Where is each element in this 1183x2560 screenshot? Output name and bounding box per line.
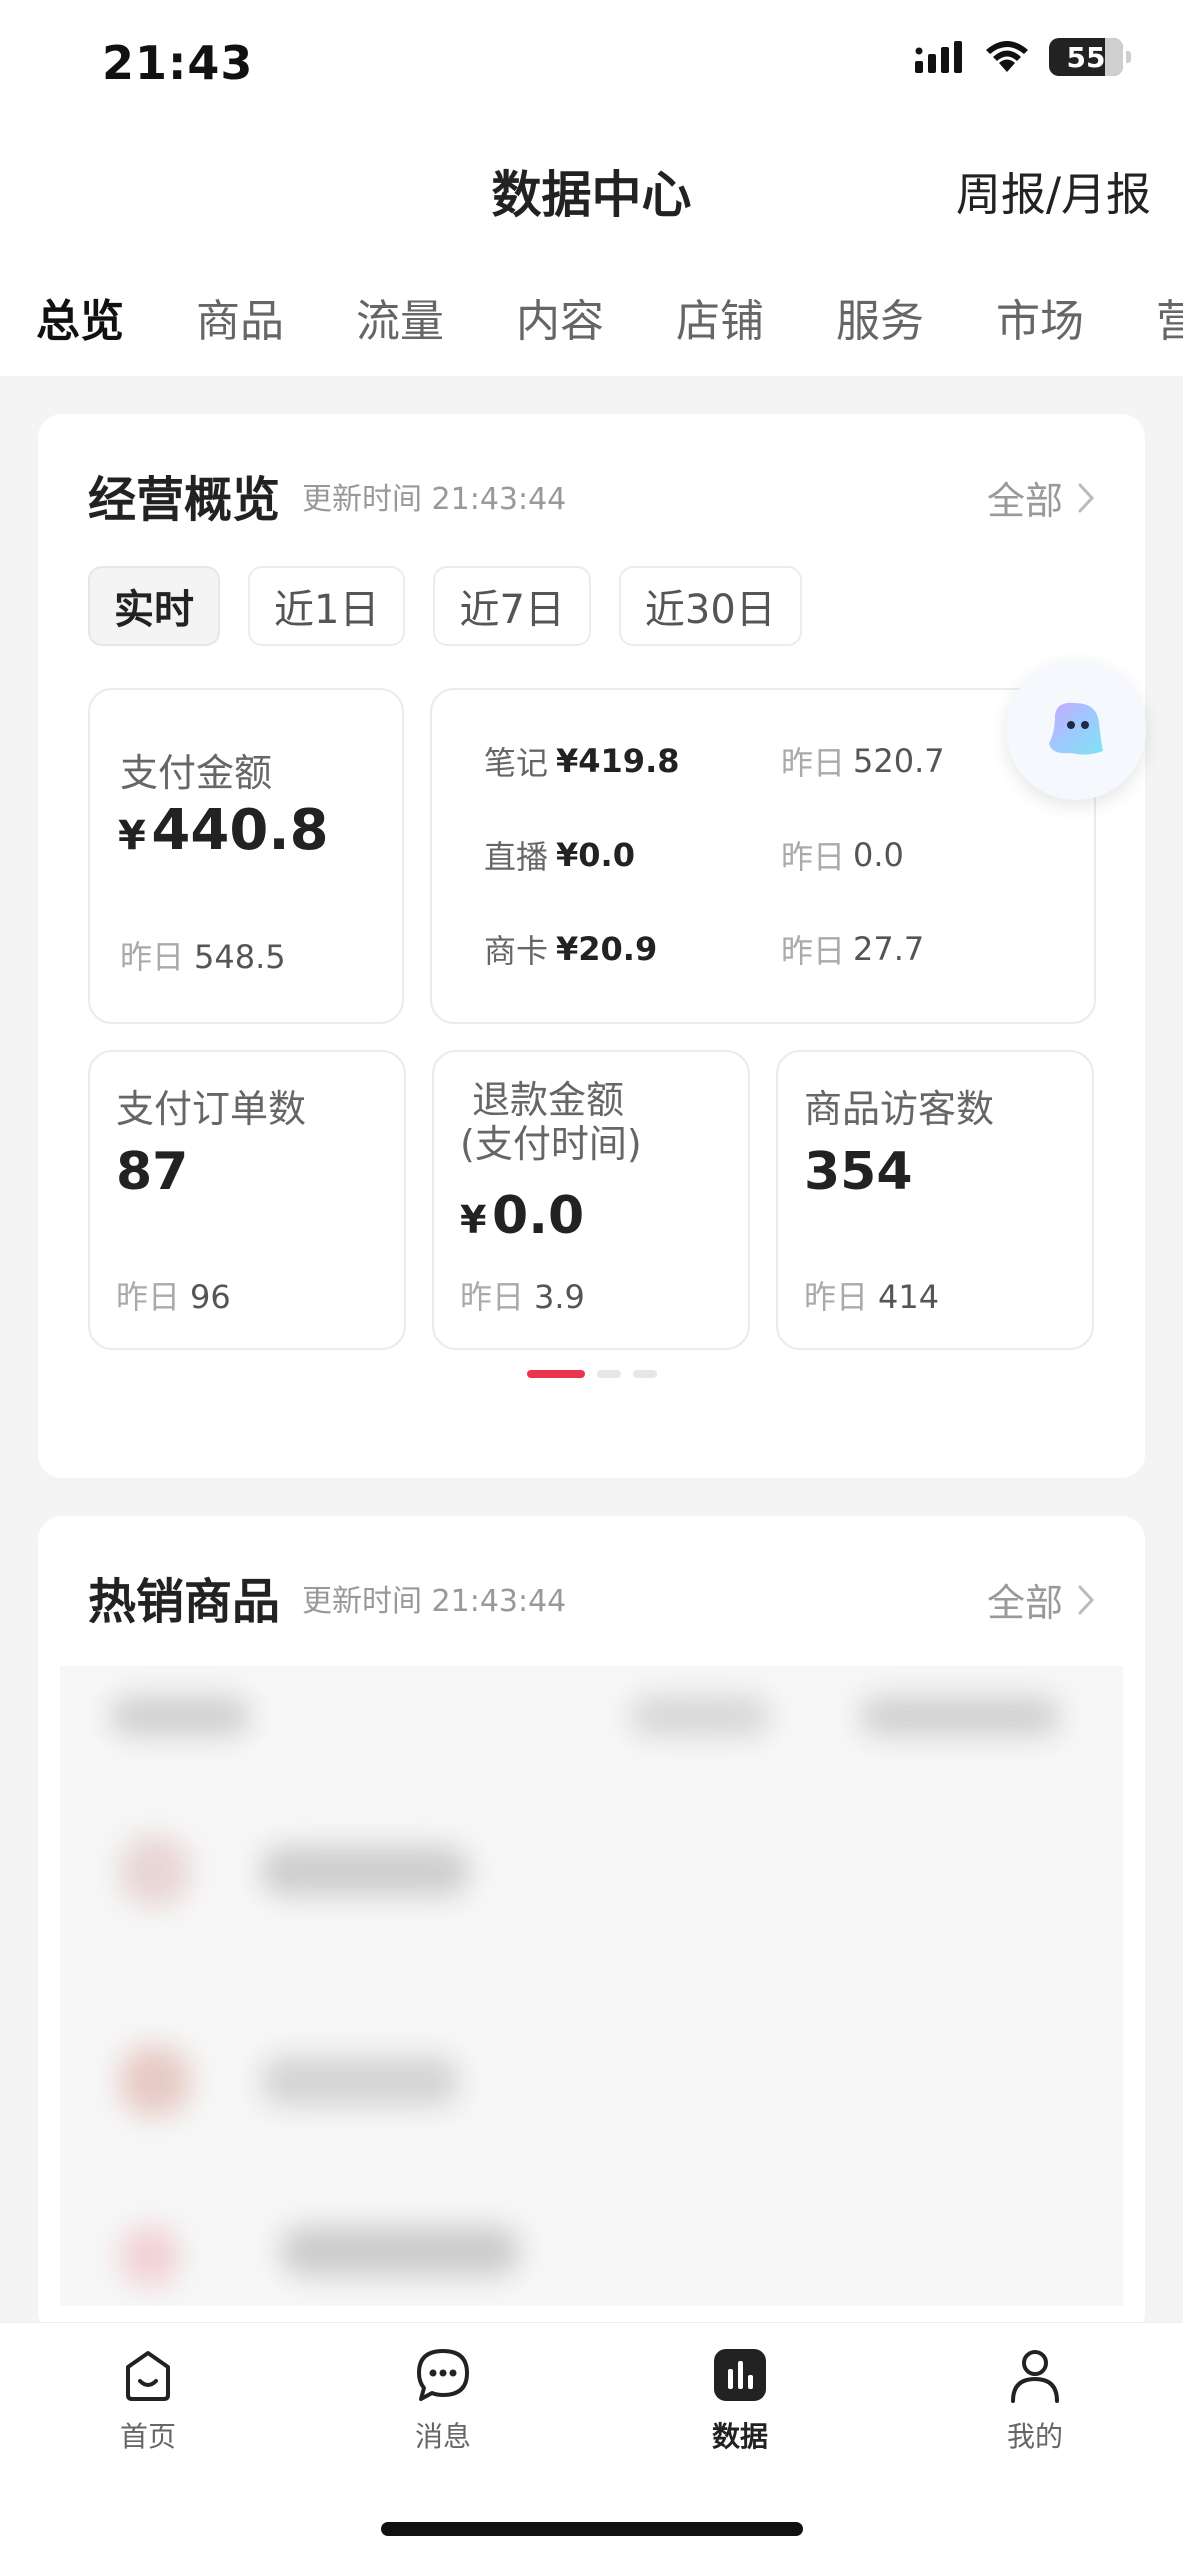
message-icon [417,2349,469,2401]
battery-icon: 55 [1049,38,1131,76]
period-selector: 实时 近1日 近7日 近30日 [88,566,802,646]
pager-dot[interactable] [632,1370,657,1378]
overview-update-time: 更新时间 21:43:44 [302,482,567,517]
tab-marketing[interactable]: 营 [1156,285,1183,349]
tab-service[interactable]: 服务 [836,285,924,349]
pager-dot-active[interactable] [526,1370,585,1378]
yesterday-value: 0.0 [853,836,904,874]
home-icon [126,2351,170,2401]
home-indicator[interactable] [381,2522,803,2536]
ai-assistant-floating-button[interactable] [1006,660,1146,800]
category-tabs: 总览 商品 流量 内容 店铺 服务 市场 营 [36,285,1183,349]
metric-yesterday: 昨日 3.9 [460,1272,585,1318]
metric-label: 商品访客数 [804,1087,995,1131]
hot-products-see-all-link[interactable]: 全部 [987,1572,1095,1627]
see-all-label: 全部 [986,1581,1063,1625]
chevron-right-icon [1078,1585,1095,1614]
breakdown-row-live: 直播 ¥0.0 昨日 0.0 [484,832,1074,878]
hot-products-card: 热销商品 更新时间 21:43:44 全部 [38,1516,1145,2336]
tabbar-label: 数据 [711,2420,768,2453]
currency-symbol: ¥ [460,1198,487,1242]
product-visitors-value: 354 [804,1142,913,1202]
profile-icon [1011,2350,1059,2403]
yesterday-label: 昨日 [781,932,846,970]
yesterday-value: 3.9 [534,1278,585,1316]
breakdown-row-product-card: 商卡 ¥20.9 昨日 27.7 [484,926,1074,972]
pay-amount-value: 440.8 [151,798,329,863]
tabbar-data[interactable]: 数据 [660,2345,820,2455]
metric-value: ¥ 0.0 [460,1186,584,1246]
metric-refund-amount[interactable]: 退款金额 (支付时间) ¥ 0.0 昨日 3.9 [432,1050,750,1350]
cellular-signal-icon [915,41,962,73]
yesterday-value: 520.7 [853,742,945,780]
tabbar-label: 首页 [119,2420,176,2453]
metric-product-visitors[interactable]: 商品访客数 354 昨日 414 [776,1050,1094,1350]
hot-products-title: 热销商品 [88,1574,281,1630]
battery-level: 55 [1066,40,1106,74]
tabbar-label: 我的 [1006,2420,1063,2453]
tab-products[interactable]: 商品 [196,285,284,349]
weekly-monthly-report-link[interactable]: 周报/月报 [956,158,1151,223]
chevron-right-icon [1078,483,1095,512]
wifi-icon [986,41,1028,72]
metric-label: 支付金额 [120,751,273,795]
overview-see-all-link[interactable]: 全部 [987,470,1095,525]
yesterday-value: 414 [878,1278,940,1316]
paid-orders-value: 87 [116,1142,189,1202]
breakdown-value: ¥419.8 [556,742,680,780]
period-chip-7d[interactable]: 近7日 [433,566,591,646]
tab-content[interactable]: 内容 [516,285,604,349]
yesterday-label: 昨日 [781,838,846,876]
period-chip-realtime[interactable]: 实时 [88,566,220,646]
metric-label: 退款金额 (支付时间) [460,1078,642,1166]
assistant-mascot-icon [1049,702,1103,755]
tab-overview[interactable]: 总览 [36,285,124,349]
yesterday-value: 96 [190,1278,231,1316]
overview-title: 经营概览 [88,472,281,528]
status-time: 21:43 [102,36,254,90]
yesterday-value: 27.7 [853,930,925,968]
tabbar-messages[interactable]: 消息 [363,2345,523,2455]
metric-label: 支付订单数 [116,1087,307,1131]
status-icons: 55 [915,38,1131,76]
refund-label-line1: 退款金额 [472,1078,625,1122]
breakdown-row-notes: 笔记 ¥419.8 昨日 520.7 [484,738,1074,784]
pay-amount-breakdown: 笔记 ¥419.8 昨日 520.7 直播 ¥0.0 昨日 0.0 商卡 ¥20… [430,688,1096,1024]
business-overview-card: 经营概览 更新时间 21:43:44 全部 实时 近1日 近7日 近30日 支付… [38,414,1145,1478]
tabbar-profile[interactable]: 我的 [955,2345,1115,2455]
metric-value: ¥ 440.8 [118,798,329,863]
tab-market[interactable]: 市场 [996,285,1084,349]
tab-traffic[interactable]: 流量 [356,285,444,349]
period-chip-30d[interactable]: 近30日 [618,566,802,646]
refund-value: 0.0 [492,1186,585,1246]
pager-dot[interactable] [596,1370,621,1378]
see-all-label: 全部 [986,479,1063,523]
breakdown-label: 商卡 [484,932,549,970]
breakdown-label: 笔记 [484,744,549,782]
metric-yesterday: 昨日 414 [804,1272,939,1318]
hot-products-update-time: 更新时间 21:43:44 [302,1584,567,1619]
currency-symbol: ¥ [118,813,146,859]
tabbar-label: 消息 [414,2420,471,2453]
metric-pay-amount[interactable]: 支付金额 ¥ 440.8 昨日 548.5 [88,688,404,1024]
yesterday-label: 昨日 [804,1278,869,1316]
yesterday-value: 548.5 [194,938,286,976]
tab-store[interactable]: 店铺 [676,285,764,349]
hot-products-table-blurred [60,1666,1123,2306]
yesterday-label: 昨日 [781,744,846,782]
breakdown-label: 直播 [484,838,549,876]
metric-yesterday: 昨日 548.5 [120,932,286,978]
refund-label-line2: (支付时间) [460,1122,642,1166]
breakdown-value: ¥20.9 [556,930,658,968]
breakdown-value: ¥0.0 [556,836,635,874]
yesterday-label: 昨日 [460,1278,525,1316]
metric-yesterday: 昨日 96 [116,1272,231,1318]
metric-paid-orders[interactable]: 支付订单数 87 昨日 96 [88,1050,406,1350]
yesterday-label: 昨日 [120,938,185,976]
yesterday-label: 昨日 [116,1278,181,1316]
tabbar-home[interactable]: 首页 [68,2345,228,2455]
data-chart-icon [714,2349,766,2401]
carousel-pager [38,1370,1145,1378]
period-chip-1d[interactable]: 近1日 [248,566,406,646]
